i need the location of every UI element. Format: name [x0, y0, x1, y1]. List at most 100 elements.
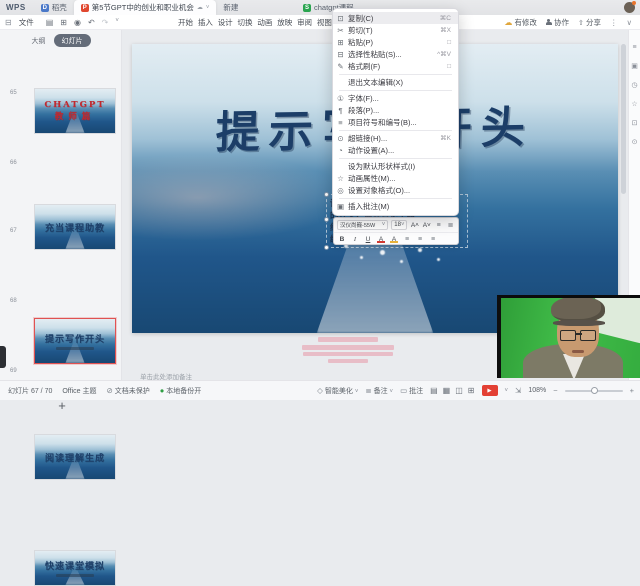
collapse-ribbon-icon[interactable]: ∨: [627, 18, 633, 27]
title-bar: WPS D 稻壳 P 第5节GPT中的创业和职业机会 ☁ ˅ 新建 S chat…: [0, 0, 640, 15]
menu-review[interactable]: 审阅: [297, 17, 312, 28]
bold-button[interactable]: B: [337, 236, 347, 243]
font-select[interactable]: 汉仪尚巍-55W ˅: [337, 220, 388, 230]
wps-logo[interactable]: WPS: [0, 3, 34, 12]
slide-thumbnail-66[interactable]: 充当课程助教: [34, 204, 116, 250]
menu-view[interactable]: 视图: [317, 17, 332, 28]
slideshow-play-button[interactable]: ▶: [482, 385, 498, 396]
zoom-slider[interactable]: [565, 390, 623, 392]
present-device-icon[interactable]: ⊞: [468, 386, 475, 395]
ppt-file-icon: P: [81, 4, 89, 12]
history-icon[interactable]: ◷: [631, 81, 637, 89]
menu-design[interactable]: 设计: [218, 17, 233, 28]
sorter-view-icon[interactable]: ▦: [443, 386, 451, 395]
beautify-button[interactable]: ◇ 智能美化 ˅: [317, 386, 358, 396]
menu-item-action-settings[interactable]: ◔ 动作设置(A)...: [333, 144, 458, 156]
save-icon[interactable]: ▤: [46, 18, 54, 27]
slide-thumbnail-69[interactable]: 快速课堂模拟: [34, 550, 116, 586]
zoom-slider-knob[interactable]: [591, 387, 598, 394]
menu-item-exit-text-edit[interactable]: 退出文本编辑(X): [333, 76, 458, 88]
menu-item-insert-comment[interactable]: ▣ 插入批注(M): [333, 200, 458, 212]
tab-outline[interactable]: 大纲: [32, 36, 46, 46]
mini-format-toolbar: 汉仪尚巍-55W ˅ 18 ˅ A˄ A˅ ≡ ≣ B I U A A ≡ ≡ …: [333, 217, 459, 245]
menu-item-paste[interactable]: ⊞ 粘贴(P) □: [333, 36, 458, 48]
menu-item-copy[interactable]: ⊡ 复制(C) ⌘C: [333, 12, 458, 24]
clipboard-icon[interactable]: ⊡: [632, 119, 638, 127]
tab-new[interactable]: 新建: [216, 0, 245, 15]
highlight-button[interactable]: A: [389, 236, 399, 243]
numbered-list-button[interactable]: ≣: [446, 221, 455, 229]
notes-button[interactable]: ≣ 备注 ˅: [365, 386, 393, 396]
more-icon[interactable]: ⋮: [610, 18, 618, 27]
menu-item-paste-special[interactable]: ⊟ 选择性粘贴(S)... ^⌘V: [333, 48, 458, 60]
menu-item-animation[interactable]: ☆ 动画属性(M)...: [333, 172, 458, 184]
effects-icon[interactable]: ☆: [631, 100, 637, 108]
resize-handle[interactable]: [324, 245, 329, 250]
file-menu[interactable]: 文件: [17, 17, 40, 28]
menu-insert[interactable]: 插入: [198, 17, 213, 28]
font-size-select[interactable]: 18 ˅: [391, 220, 407, 230]
menu-transition[interactable]: 切换: [238, 17, 253, 28]
menu-item-font[interactable]: ① 字体(F)...: [333, 92, 458, 104]
canvas-scrollbar[interactable]: [621, 44, 626, 194]
zoom-level[interactable]: 108%: [528, 387, 546, 394]
italic-button[interactable]: I: [350, 236, 360, 243]
align-center-button[interactable]: ≡: [415, 236, 425, 243]
local-backup-status[interactable]: ● 本地备份开: [160, 386, 201, 396]
print-icon[interactable]: ⊞: [60, 18, 67, 27]
menu-item-paragraph[interactable]: ¶ 段落(P)...: [333, 104, 458, 116]
increase-font-button[interactable]: A˄: [410, 222, 419, 229]
zoom-in-icon[interactable]: +: [630, 386, 634, 395]
share-button[interactable]: ⇧ 分享: [578, 17, 601, 28]
font-color-button[interactable]: A: [376, 236, 386, 243]
menu-item-format-painter[interactable]: ✎ 格式刷(F) □: [333, 60, 458, 72]
menu-item-hyperlink[interactable]: ⊙ 超链接(H)... ⌘K: [333, 132, 458, 144]
slide-number: 65: [10, 90, 17, 96]
menu-item-cut[interactable]: ✂ 剪切(T) ⌘X: [333, 24, 458, 36]
tab-store[interactable]: D 稻壳: [34, 0, 74, 15]
collaborate-button[interactable]: 协作: [546, 17, 569, 28]
menu-item-bullets[interactable]: ≡ 项目符号和编号(B)...: [333, 116, 458, 128]
align-right-button[interactable]: ≡: [428, 236, 438, 243]
bullet-list-button[interactable]: ≡: [434, 222, 443, 229]
chevron-down-icon[interactable]: ˅: [206, 5, 210, 11]
undo-icon[interactable]: ↶: [88, 18, 95, 27]
normal-view-icon[interactable]: ▤: [430, 386, 438, 395]
add-slide-button[interactable]: +: [52, 398, 72, 413]
doc-protect-status[interactable]: ⊘ 文档未保护: [106, 386, 149, 396]
link-icon: ⊙: [333, 134, 348, 143]
zoom-out-icon[interactable]: −: [553, 386, 557, 395]
theme-label[interactable]: Office 主题: [62, 386, 96, 396]
modified-status[interactable]: ☁ 有修改: [504, 17, 537, 28]
tab-document[interactable]: P 第5节GPT中的创业和职业机会 ☁ ˅: [74, 0, 217, 15]
play-options-caret-icon[interactable]: ˅: [505, 388, 509, 394]
menu-item-object-format[interactable]: ◎ 设置对象格式(O)...: [333, 184, 458, 196]
slide-thumbnail-65[interactable]: CHATGPT 教师篇: [34, 88, 116, 134]
panel-collapse-handle[interactable]: [0, 346, 6, 368]
fit-slide-icon[interactable]: ⇲: [515, 386, 521, 395]
help-icon[interactable]: ⊙: [632, 138, 638, 146]
webcam-overlay[interactable]: [497, 295, 640, 378]
decrease-font-button[interactable]: A˅: [422, 222, 431, 229]
resize-handle[interactable]: [324, 217, 329, 222]
slide-thumbnail-67-selected[interactable]: 提示写作开头: [34, 318, 116, 364]
user-avatar[interactable]: [624, 2, 635, 13]
home-grid-icon[interactable]: ⊟: [0, 18, 17, 27]
comments-button[interactable]: ▭ 批注: [400, 386, 423, 396]
media-icon[interactable]: ▣: [631, 62, 638, 70]
underline-button[interactable]: U: [363, 236, 373, 243]
menu-item-default-shape-style[interactable]: 设为默认形状样式(I): [333, 160, 458, 172]
tab-slides[interactable]: 幻灯片: [54, 34, 91, 47]
menu-slideshow[interactable]: 放映: [277, 17, 292, 28]
slide-thumbnail-68[interactable]: 阅读理解生成: [34, 434, 116, 480]
menu-animation[interactable]: 动画: [257, 17, 272, 28]
properties-icon[interactable]: ≡: [632, 44, 636, 51]
quickbar-caret-icon[interactable]: ˅: [115, 18, 119, 27]
preview-icon[interactable]: ◉: [74, 18, 81, 27]
menu-home[interactable]: 开始: [178, 17, 193, 28]
align-left-button[interactable]: ≡: [402, 236, 412, 243]
redo-icon[interactable]: ↷: [102, 18, 109, 27]
chevron-down-icon: ˅: [401, 222, 405, 228]
resize-handle[interactable]: [324, 192, 329, 197]
reading-view-icon[interactable]: ◫: [455, 386, 463, 395]
